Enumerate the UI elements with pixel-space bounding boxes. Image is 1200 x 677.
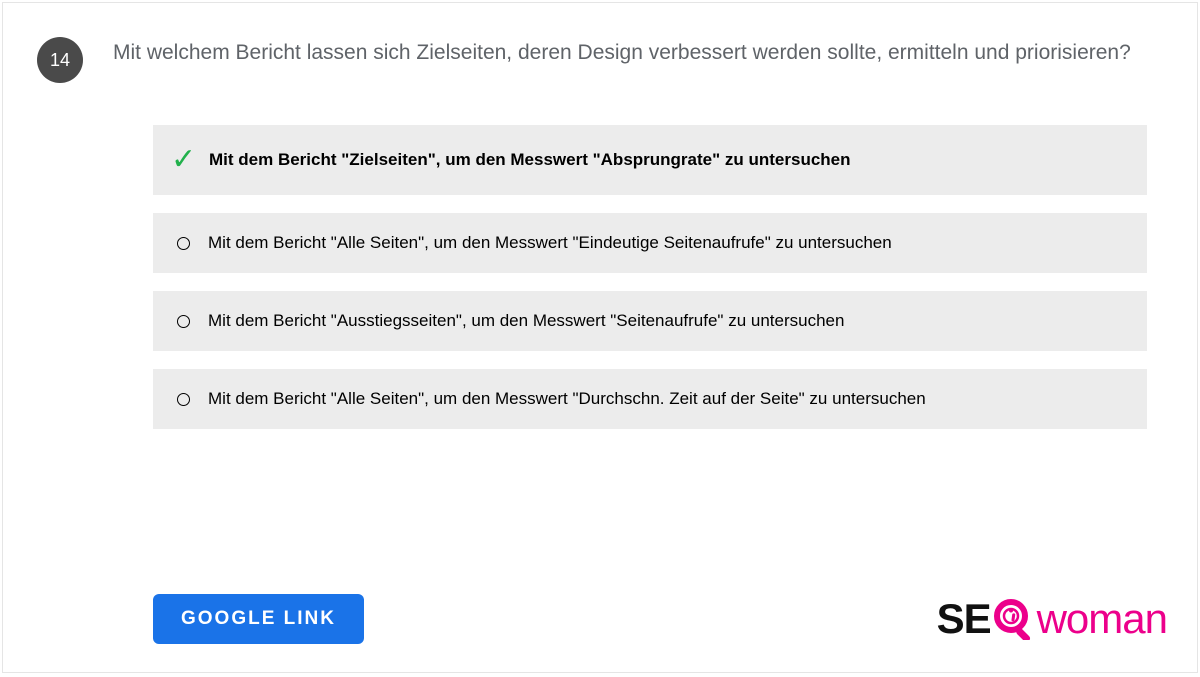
answer-text: Mit dem Bericht "Zielseiten", um den Mes…	[209, 150, 851, 170]
answer-option[interactable]: Mit dem Bericht "Alle Seiten", um den Me…	[153, 213, 1147, 273]
question-number-badge: 14	[37, 37, 83, 83]
seo-woman-logo: SE woman	[937, 595, 1167, 643]
answer-text: Mit dem Bericht "Alle Seiten", um den Me…	[208, 233, 892, 253]
google-link-label: GOOGLE LINK	[181, 608, 336, 629]
radio-icon	[177, 393, 190, 406]
question-number: 14	[50, 50, 70, 71]
radio-icon	[177, 315, 190, 328]
checkmark-icon: ✓	[171, 145, 193, 175]
radio-icon	[177, 237, 190, 250]
answer-option[interactable]: Mit dem Bericht "Ausstiegsseiten", um de…	[153, 291, 1147, 351]
answer-option[interactable]: Mit dem Bericht "Alle Seiten", um den Me…	[153, 369, 1147, 429]
answer-text: Mit dem Bericht "Ausstiegsseiten", um de…	[208, 311, 844, 331]
logo-se: SE	[937, 595, 991, 643]
answer-text: Mit dem Bericht "Alle Seiten", um den Me…	[208, 389, 926, 409]
answer-option[interactable]: ✓ Mit dem Bericht "Zielseiten", um den Me…	[153, 125, 1147, 195]
magnifier-icon	[993, 598, 1035, 640]
google-link-button[interactable]: GOOGLE LINK	[153, 594, 364, 644]
logo-woman: woman	[1037, 595, 1167, 643]
question-text: Mit welchem Bericht lassen sich Zielseit…	[113, 33, 1151, 73]
